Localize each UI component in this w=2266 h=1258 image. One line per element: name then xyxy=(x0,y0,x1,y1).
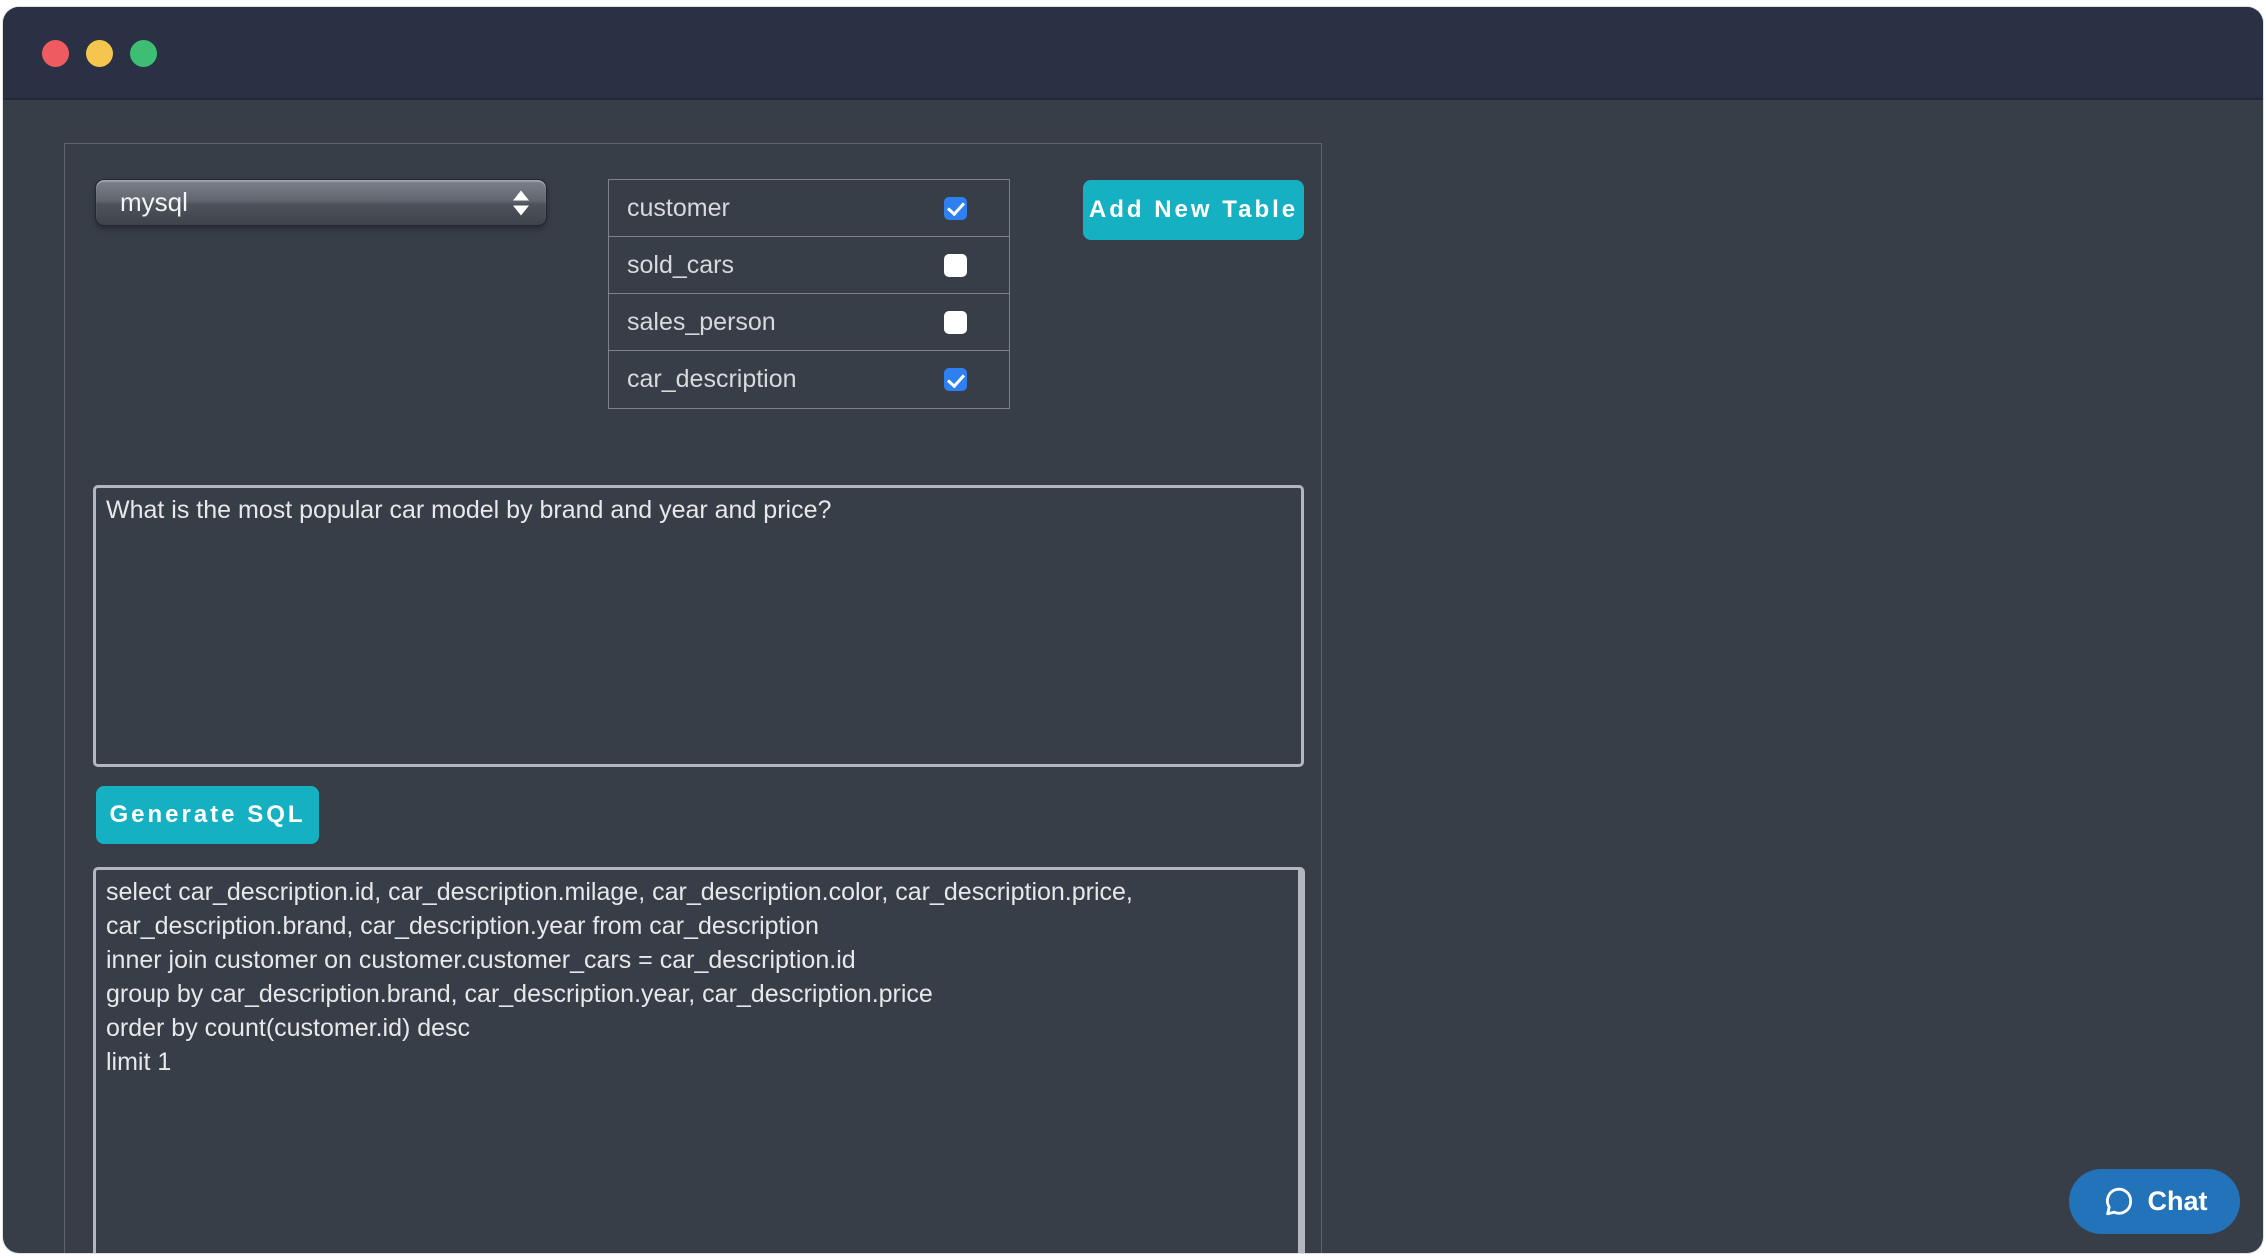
table-name-label: customer xyxy=(627,194,730,223)
titlebar xyxy=(3,7,2263,100)
table-checkbox[interactable] xyxy=(944,197,967,220)
minimize-button[interactable] xyxy=(86,40,113,67)
chat-button[interactable]: Chat xyxy=(2069,1169,2240,1234)
table-name-label: sales_person xyxy=(627,308,776,337)
table-checkbox[interactable] xyxy=(944,311,967,334)
question-input[interactable]: What is the most popular car model by br… xyxy=(93,485,1304,767)
select-stepper-icon xyxy=(513,190,529,215)
generate-sql-button[interactable]: Generate SQL xyxy=(96,786,319,844)
table-name-label: car_description xyxy=(627,365,797,394)
arrow-up-icon xyxy=(513,190,529,200)
chat-bubble-icon xyxy=(2102,1185,2136,1219)
table-name-label: sold_cars xyxy=(627,251,734,280)
maximize-button[interactable] xyxy=(130,40,157,67)
main-panel: mysql customer sold_cars sales_person ca… xyxy=(64,143,1322,1253)
table-row: sales_person xyxy=(609,294,1009,351)
sql-output[interactable]: select car_description.id, car_descripti… xyxy=(93,867,1305,1253)
table-row: sold_cars xyxy=(609,237,1009,294)
add-new-table-button[interactable]: Add New Table xyxy=(1083,180,1304,240)
close-button[interactable] xyxy=(42,40,69,67)
table-row: car_description xyxy=(609,351,1009,408)
chat-button-label: Chat xyxy=(2148,1186,2208,1217)
database-select-value: mysql xyxy=(96,187,188,218)
table-checkbox[interactable] xyxy=(944,368,967,391)
arrow-down-icon xyxy=(513,205,529,215)
table-row: customer xyxy=(609,180,1009,237)
table-checkbox[interactable] xyxy=(944,254,967,277)
tables-list: customer sold_cars sales_person car_desc… xyxy=(608,179,1010,409)
database-select[interactable]: mysql xyxy=(95,179,547,226)
app-window: mysql customer sold_cars sales_person ca… xyxy=(3,7,2263,1253)
